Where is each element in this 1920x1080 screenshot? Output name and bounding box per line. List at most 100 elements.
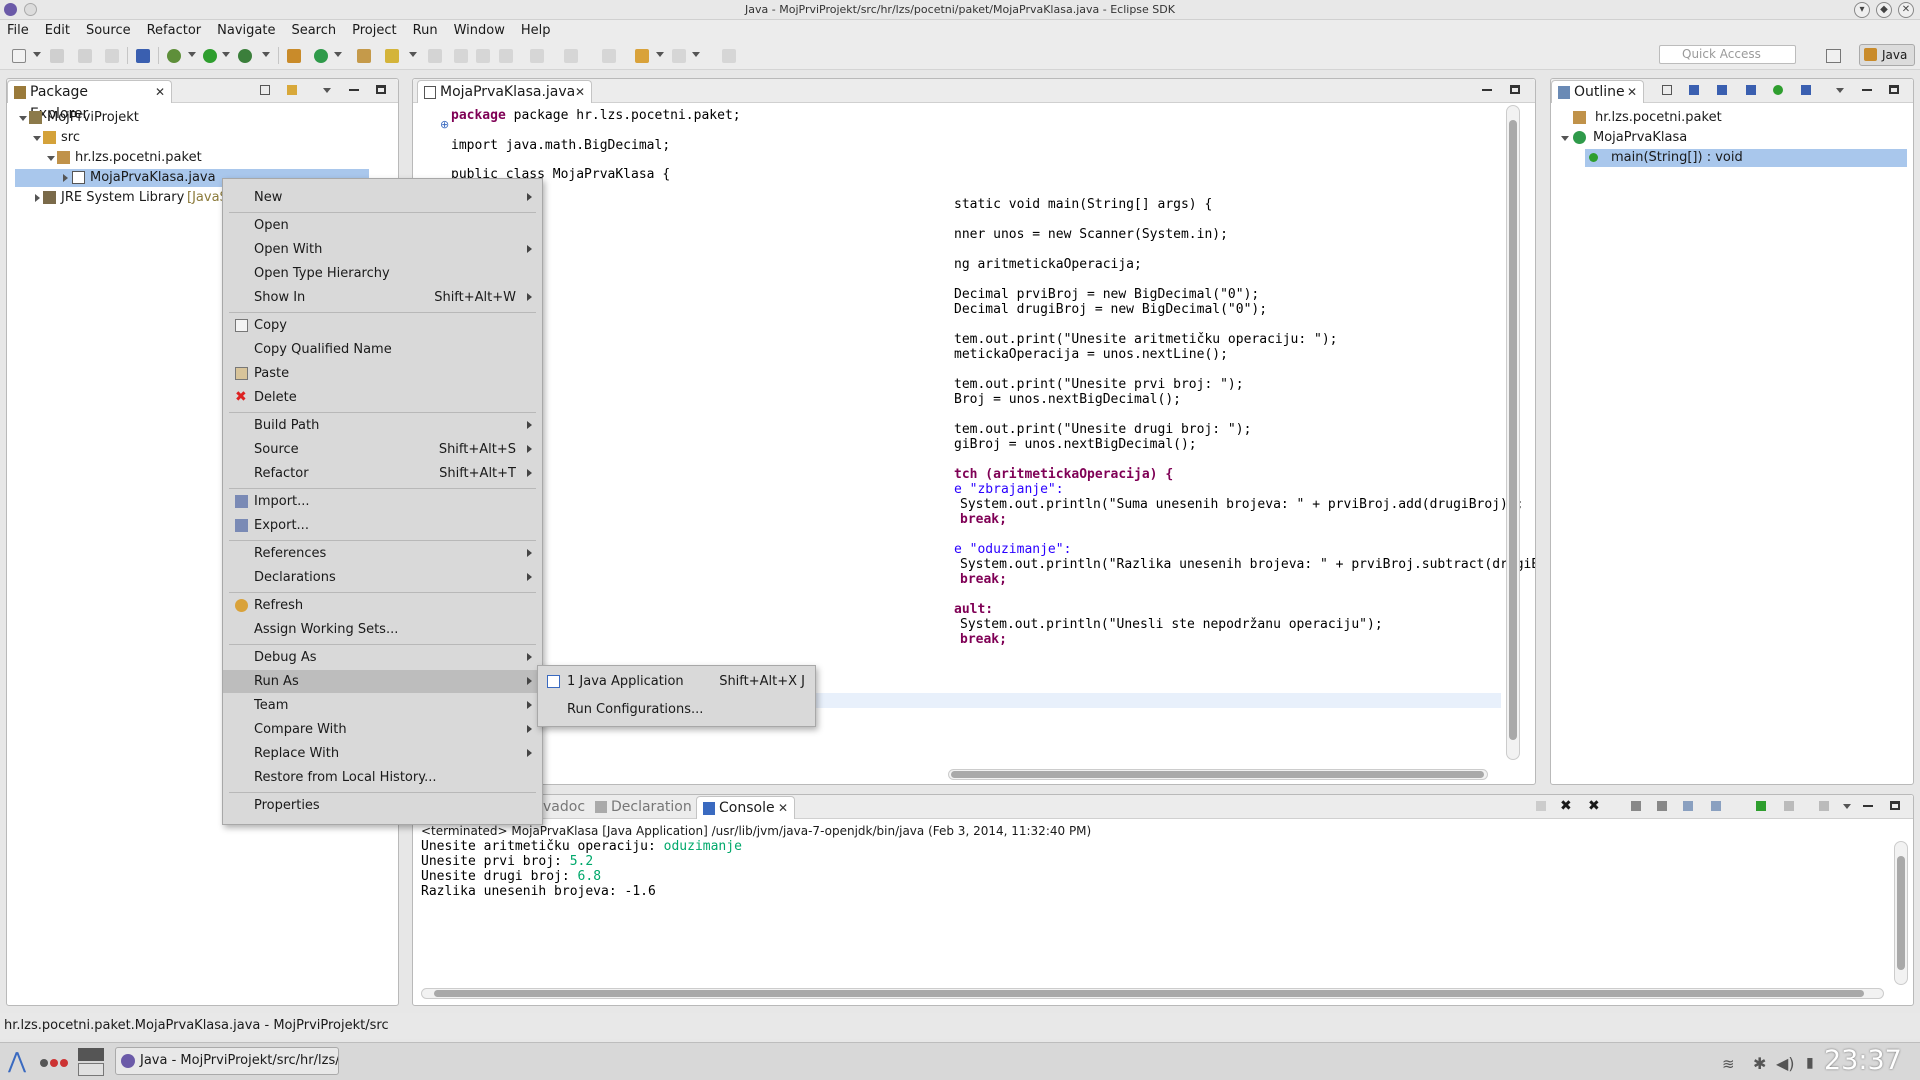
menu-item-run-as[interactable]: Run As [223, 670, 542, 693]
new-java-package-icon[interactable] [287, 49, 301, 63]
scrollbar-thumb[interactable] [951, 771, 1484, 778]
menu-item-assign-working-sets[interactable]: Assign Working Sets... [223, 618, 542, 641]
expand-icon[interactable] [63, 174, 68, 182]
tab-declaration[interactable]: Declaration [593, 796, 692, 819]
run-icon[interactable] [203, 49, 217, 63]
menu-item-compare-with[interactable]: Compare With [223, 718, 542, 741]
skip-breakpoints-icon[interactable] [136, 49, 150, 63]
next-annotation-icon[interactable] [530, 49, 544, 63]
view-menu-icon[interactable] [1836, 88, 1844, 93]
open-console-icon[interactable] [1819, 801, 1829, 811]
sort-icon[interactable] [1689, 85, 1699, 95]
tab-moja-prva-klasa[interactable]: MojaPrvaKlasa.java ✕ [417, 80, 592, 103]
new-java-class-icon[interactable] [314, 49, 328, 63]
block-selection-icon[interactable] [476, 49, 490, 63]
menu-item-import[interactable]: Import... [223, 490, 542, 513]
menu-file[interactable]: File [0, 20, 36, 41]
scrollbar-thumb[interactable] [1897, 856, 1905, 970]
close-icon[interactable]: ✕ [1627, 81, 1637, 103]
workspace-dot-icon[interactable] [40, 1059, 48, 1067]
annotation-icon[interactable] [428, 49, 442, 63]
open-perspective-icon[interactable] [1826, 49, 1841, 63]
open-type-icon[interactable] [357, 49, 371, 63]
menu-item-export[interactable]: Export... [223, 514, 542, 537]
collapse-all-icon[interactable] [1662, 85, 1672, 95]
hide-static-icon[interactable] [1746, 85, 1756, 95]
editor-vertical-scrollbar[interactable] [1506, 105, 1520, 760]
menu-item-open[interactable]: Open [223, 214, 542, 237]
pin-editor-icon[interactable] [722, 49, 736, 63]
remove-all-terminated-icon[interactable]: ✖ [1588, 798, 1600, 814]
menu-help[interactable]: Help [512, 20, 558, 41]
menu-item-restore-local-history[interactable]: Restore from Local History... [223, 766, 542, 789]
start-menu-icon[interactable]: ⋀ [8, 1051, 26, 1073]
new-class-dropdown-icon[interactable] [334, 52, 342, 57]
menu-item-source[interactable]: Source Shift+Alt+S [223, 438, 542, 461]
save-icon[interactable] [50, 49, 64, 63]
menu-item-copy-qualified-name[interactable]: Copy Qualified Name [223, 338, 542, 361]
forward-dropdown-icon[interactable] [692, 52, 700, 57]
minimize-icon[interactable]: ▾ [1854, 2, 1870, 18]
last-edit-icon[interactable] [602, 49, 616, 63]
tab-package-explorer[interactable]: Package Explorer ✕ [7, 80, 172, 122]
display-console-icon[interactable] [1784, 801, 1794, 811]
minimize-editor-icon[interactable] [1482, 89, 1492, 91]
menu-run[interactable]: Run [404, 20, 445, 41]
menu-item-refresh[interactable]: Refresh [223, 594, 542, 617]
menu-item-delete[interactable]: ✖ Delete [223, 386, 542, 409]
close-icon[interactable]: ✕ [1898, 2, 1914, 18]
menu-item-refactor[interactable]: Refactor Shift+Alt+T [223, 462, 542, 485]
debug-icon[interactable] [167, 49, 181, 63]
menu-edit[interactable]: Edit [36, 20, 77, 41]
menu-item-open-with[interactable]: Open With [223, 238, 542, 261]
back-dropdown-icon[interactable] [656, 52, 664, 57]
menu-item-debug-as[interactable]: Debug As [223, 646, 542, 669]
tab-javadoc[interactable]: vadoc [543, 796, 585, 819]
pin-console-icon[interactable] [1756, 801, 1766, 811]
print-icon[interactable] [105, 49, 119, 63]
show-desktop-icon[interactable] [78, 1048, 104, 1061]
outline-item-method[interactable]: main(String[]) : void [1585, 149, 1907, 167]
view-menu-icon[interactable] [1843, 804, 1851, 809]
scroll-lock-icon[interactable] [1657, 801, 1667, 811]
taskbar-window-button[interactable]: Java - MojPrviProjekt/src/hr/lzs/p [115, 1047, 339, 1075]
bluetooth-icon[interactable]: ✱ [1753, 1054, 1766, 1073]
maximize-editor-icon[interactable] [1510, 85, 1520, 94]
back-icon[interactable] [635, 49, 649, 63]
scrollbar-thumb[interactable] [434, 990, 1864, 997]
menu-item-open-type-hierarchy[interactable]: Open Type Hierarchy [223, 262, 542, 285]
console-horizontal-scrollbar[interactable] [421, 988, 1884, 999]
menu-item-java-application[interactable]: 1 Java Application Shift+Alt+X J [538, 670, 815, 693]
collapse-all-icon[interactable] [260, 85, 270, 95]
maximize-view-icon[interactable] [1889, 85, 1899, 94]
hide-local-types-icon[interactable] [1801, 85, 1811, 95]
workspace-dot-icon[interactable] [50, 1059, 58, 1067]
hide-fields-icon[interactable] [1717, 85, 1727, 95]
fold-expand-icon[interactable]: ⊕ [440, 118, 449, 131]
maximize-icon[interactable]: ◆ [1876, 2, 1892, 18]
expand-icon[interactable] [1561, 136, 1569, 141]
menu-item-run-configurations[interactable]: Run Configurations... [538, 698, 815, 721]
menu-navigate[interactable]: Navigate [208, 20, 282, 41]
new-dropdown-icon[interactable] [33, 52, 41, 57]
remove-launch-icon[interactable]: ✖ [1560, 798, 1572, 814]
menu-item-paste[interactable]: Paste [223, 362, 542, 385]
tab-console[interactable]: Console ✕ [696, 796, 795, 819]
external-tools-icon[interactable] [238, 49, 252, 63]
search-icon[interactable] [385, 49, 399, 63]
menu-item-team[interactable]: Team [223, 694, 542, 717]
terminate-icon[interactable] [1536, 801, 1546, 811]
hide-non-public-icon[interactable] [1773, 85, 1783, 95]
menu-refactor[interactable]: Refactor [138, 20, 209, 41]
minimize-view-icon[interactable] [1863, 805, 1873, 807]
maximize-view-icon[interactable] [376, 85, 386, 94]
menu-item-replace-with[interactable]: Replace With [223, 742, 542, 765]
expand-icon[interactable] [19, 116, 27, 121]
expand-icon[interactable] [35, 194, 40, 202]
menu-search[interactable]: Search [282, 20, 343, 41]
search-dropdown-icon[interactable] [409, 52, 417, 57]
maximize-view-icon[interactable] [1890, 801, 1900, 810]
menu-item-references[interactable]: References [223, 542, 542, 565]
quick-access-input[interactable]: Quick Access [1659, 45, 1796, 64]
volume-icon[interactable]: ◀) [1776, 1054, 1795, 1073]
